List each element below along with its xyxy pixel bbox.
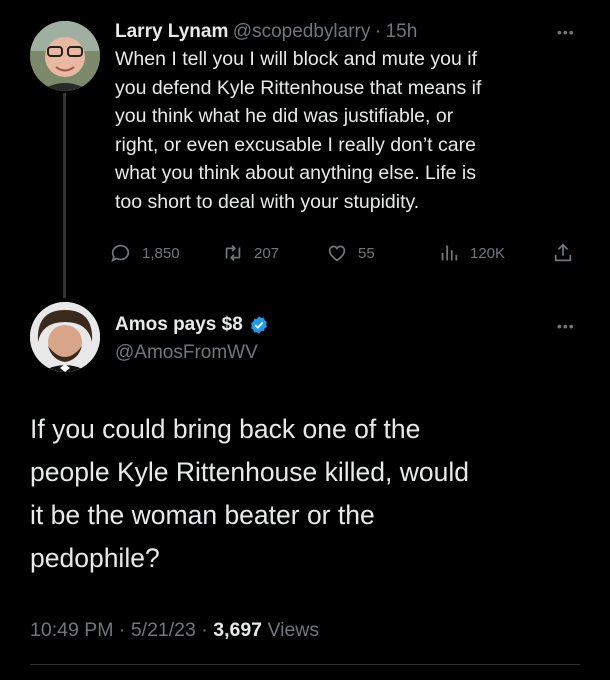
reply-tweet-text: If you could bring back one of the peopl… [30,408,590,580]
parent-time-separator: · [374,21,382,42]
reply-name-row: Amos pays $8 [115,314,269,336]
meta-separator: · [118,619,126,641]
meta-separator: · [201,619,208,641]
reply-author-handle[interactable]: @AmosFromWV [115,342,258,364]
parent-tweet-header: Larry Lynam @scopedbylarry · 15h [115,21,417,43]
parent-text-line: right, or even excusable I really don’t … [115,133,476,156]
parent-tweet-text: When I tell you I will block and mute yo… [115,45,585,216]
avatar-amos-image [30,302,100,372]
parent-text-line: When I tell you I will block and mute yo… [115,48,477,70]
parent-action-bar: 1,850 207 55 120K [110,242,590,268]
reply-views-count: 3,697 [213,619,263,641]
reply-text-line: If you could bring back one of the [30,414,421,444]
reply-time[interactable]: 10:49 PM [30,619,113,641]
retweet-count: 207 [254,244,280,262]
reply-text-line: pedophile? [30,543,160,573]
share-action[interactable] [552,242,574,264]
retweet-icon [225,245,241,261]
avatar-larry[interactable] [30,21,100,91]
reply-text-line: people Kyle Rittenhouse killed, would [30,457,469,487]
parent-more-icon[interactable]: ••• [557,24,575,40]
parent-timestamp[interactable]: 15h [386,21,418,42]
parent-text-line: you defend Kyle Rittenhouse that means i… [115,76,482,99]
share-icon [554,243,572,262]
parent-text-line: you think what he did was justifiable, o… [115,105,454,127]
reply-text-line: it be the woman beater or the [30,500,375,530]
reply-more-icon[interactable]: ••• [557,318,575,334]
views-action[interactable]: 120K [438,242,505,264]
analytics-icon [441,245,458,261]
parent-author-handle[interactable]: @scopedbylarry [233,21,371,42]
reply-author-name[interactable]: Amos pays $8 [115,314,243,336]
retweet-action[interactable]: 207 [222,242,279,264]
avatar-larry-image [30,21,100,91]
reply-views-label: Views [267,619,320,641]
view-count: 120K [470,244,506,262]
reply-meta-row: 10:49 PM · 5/21/23 · 3,697 Views [30,619,319,642]
reply-action[interactable]: 1,850 [110,242,180,264]
verified-badge-icon [250,316,267,334]
bottom-divider [30,664,580,665]
heart-icon [328,245,346,262]
reply-icon [111,244,130,263]
parent-text-line: too short to deal with your stupidity. [115,190,420,213]
reply-count: 1,850 [142,244,180,262]
thread-connector-line [63,93,66,298]
reply-date[interactable]: 5/21/23 [131,619,196,641]
like-action[interactable]: 55 [326,242,375,264]
parent-text-line: what you think about anything else. Life… [115,162,476,184]
parent-author-name[interactable]: Larry Lynam [115,21,228,42]
avatar-amos[interactable] [30,302,100,372]
like-count: 55 [358,244,375,262]
